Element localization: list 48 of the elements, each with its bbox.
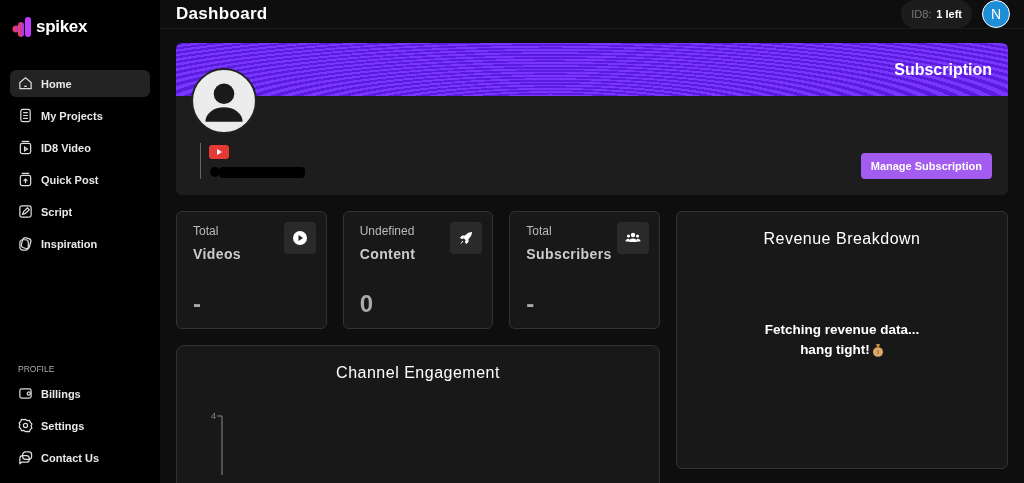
credits-value: 1 left — [936, 8, 962, 20]
section-heading: PROFILE — [17, 364, 56, 374]
logo-icon — [12, 16, 34, 38]
stat-value: - — [193, 290, 202, 318]
users-icon — [617, 222, 649, 254]
nav-item[interactable]: Quick Post — [10, 166, 150, 193]
nav-item[interactable]: Home — [10, 70, 150, 97]
credits-label: ID8: — [911, 8, 932, 20]
loading-message: Fetching revenue data... — [764, 321, 920, 339]
card-title: Subscription — [894, 60, 992, 79]
nav-item[interactable]: ID8 Video — [10, 134, 150, 161]
y-axis — [217, 415, 223, 475]
upload-icon — [18, 172, 33, 187]
settings-icon — [18, 418, 33, 433]
loading-message: hang tight! — [800, 341, 870, 359]
nav-item[interactable]: My Projects — [10, 102, 150, 129]
user-avatar[interactable]: N — [982, 0, 1010, 28]
document-icon — [18, 108, 33, 123]
stat-title: Subscribers — [526, 246, 612, 262]
card-title: Revenue Breakdown — [763, 230, 921, 248]
stat-label: Total — [193, 224, 220, 238]
home-icon — [18, 76, 33, 91]
video-icon — [18, 140, 33, 155]
play-icon — [283, 222, 316, 254]
stat-label: Undefined — [359, 224, 416, 238]
video-platform-icon — [209, 145, 229, 159]
stat-value: - — [526, 290, 536, 318]
card-title: Channel Engagement — [335, 364, 501, 382]
nav-item[interactable]: Contact Us — [10, 444, 150, 471]
edit-icon — [18, 204, 33, 219]
logo-text: spikex — [36, 17, 88, 37]
stat-label: Total — [526, 224, 553, 238]
stat-title: Content — [359, 246, 416, 262]
page-title: Dashboard — [176, 4, 268, 24]
cards-icon — [18, 236, 33, 251]
chat-icon — [18, 450, 33, 465]
nav-item[interactable]: Inspiration — [10, 230, 150, 257]
nav-item[interactable]: Billings — [10, 380, 150, 407]
money-bag-icon — [871, 343, 884, 357]
manage-subscription-button[interactable]: Manage Subscription — [860, 153, 992, 179]
nav-item[interactable]: Script — [10, 198, 150, 225]
stat-value: 0 — [359, 290, 375, 318]
axis-tick-label: 4 — [211, 412, 216, 421]
rocket-icon — [450, 222, 483, 254]
stat-title: Videos — [193, 246, 242, 262]
wallet-icon — [18, 386, 33, 401]
nav-item[interactable]: Settings — [10, 412, 150, 439]
avatar-icon — [191, 68, 257, 134]
